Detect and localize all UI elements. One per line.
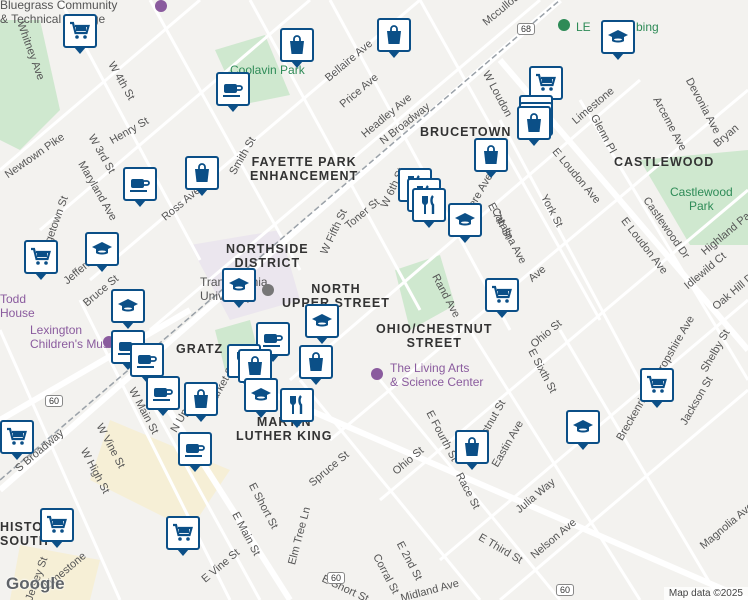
shopping-bag-icon [382,23,406,47]
graduation-cap-icon [116,294,140,318]
neighborhood-label: CASTLEWOOD [614,155,715,169]
location-pin-icon[interactable] [262,284,274,296]
poi-label[interactable]: Todd House [0,292,35,320]
map-marker-store[interactable] [299,345,333,385]
highway-shield: 60 [45,395,64,407]
neighborhood-label: NORTHSIDE DISTRICT [226,242,309,270]
map-marker-store[interactable] [184,382,218,422]
map-marker-cafe[interactable] [123,167,157,207]
shopping-bag-icon [460,435,484,459]
map-marker-cafe[interactable] [216,72,250,112]
map-marker-shopping[interactable] [485,278,519,318]
coffee-cup-icon [221,77,245,101]
shopping-cart-icon [534,71,558,95]
shopping-bag-icon [243,354,267,378]
graduation-cap-icon [571,415,595,439]
map-attribution[interactable]: Map data ©2025 [663,587,748,600]
map-marker-school[interactable] [111,289,145,329]
neighborhood-label: FAYETTE PARK ENHANCEMENT [250,155,359,183]
map-marker-shopping[interactable] [0,420,34,460]
map-marker-shopping[interactable] [166,516,200,556]
shopping-bag-icon [190,161,214,185]
location-pin-icon[interactable] [371,368,383,380]
map-marker-store[interactable] [280,28,314,68]
shopping-bag-icon [189,387,213,411]
map-canvas[interactable]: BRUCETOWN CASTLEWOOD FAYETTE PARK ENHANC… [0,0,748,600]
map-marker-shopping[interactable] [640,368,674,408]
map-marker-store[interactable] [185,156,219,196]
graduation-cap-icon [453,208,477,232]
map-marker-school[interactable] [85,232,119,272]
restaurant-icon [285,393,309,417]
map-marker-store[interactable] [517,106,551,146]
neighborhood-label: GRATZ [176,342,224,356]
shopping-cart-icon [5,425,29,449]
highway-shield: 60 [327,572,346,584]
shopping-bag-icon [304,350,328,374]
map-marker-restaurant[interactable] [280,388,314,428]
graduation-cap-icon [606,25,630,49]
map-marker-cafe[interactable] [130,343,164,383]
shopping-cart-icon [45,513,69,537]
graduation-cap-icon [90,237,114,261]
graduation-cap-icon [249,383,273,407]
shopping-cart-icon [645,373,669,397]
map-marker-school[interactable] [222,268,256,308]
map-marker-school[interactable] [244,378,278,418]
map-marker-shopping[interactable] [63,14,97,54]
coffee-cup-icon [135,348,159,372]
graduation-cap-icon [310,309,334,333]
google-logo: Google [6,574,65,593]
neighborhood-label: OHIO/CHESTNUT STREET [376,322,493,350]
coffee-cup-icon [183,437,207,461]
shopping-bag-icon [479,143,503,167]
map-marker-cafe[interactable] [178,432,212,472]
poi-label[interactable]: LE [576,20,591,34]
graduation-cap-icon [227,273,251,297]
map-marker-store[interactable] [474,138,508,178]
poi-label[interactable]: The Living Arts & Science Center [390,361,483,389]
highway-shield: 68 [517,23,536,35]
map-marker-store[interactable] [455,430,489,470]
map-marker-school[interactable] [448,203,482,243]
shopping-bag-icon [522,111,546,135]
neighborhood-label: BRUCETOWN [420,125,512,139]
coffee-cup-icon [151,381,175,405]
map-marker-school[interactable] [566,410,600,450]
coffee-cup-icon [261,327,285,351]
highway-shield: 60 [556,584,575,596]
shopping-cart-icon [490,283,514,307]
poi-label[interactable]: Castlewood Park [670,185,733,213]
location-pin-icon[interactable] [558,19,570,31]
map-marker-shopping[interactable] [24,240,58,280]
map-marker-shopping[interactable] [40,508,74,548]
shopping-cart-icon [171,521,195,545]
coffee-cup-icon [128,172,152,196]
shopping-cart-icon [68,19,92,43]
map-marker-school[interactable] [305,304,339,344]
map-marker-school[interactable] [601,20,635,60]
shopping-cart-icon [29,245,53,269]
poi-label[interactable]: bing [636,20,659,34]
map-marker-restaurant[interactable] [412,188,446,228]
shopping-bag-icon [285,33,309,57]
location-pin-icon[interactable] [155,0,167,12]
map-marker-store[interactable] [377,18,411,58]
map-marker-cafe[interactable] [146,376,180,416]
restaurant-icon [417,193,441,217]
